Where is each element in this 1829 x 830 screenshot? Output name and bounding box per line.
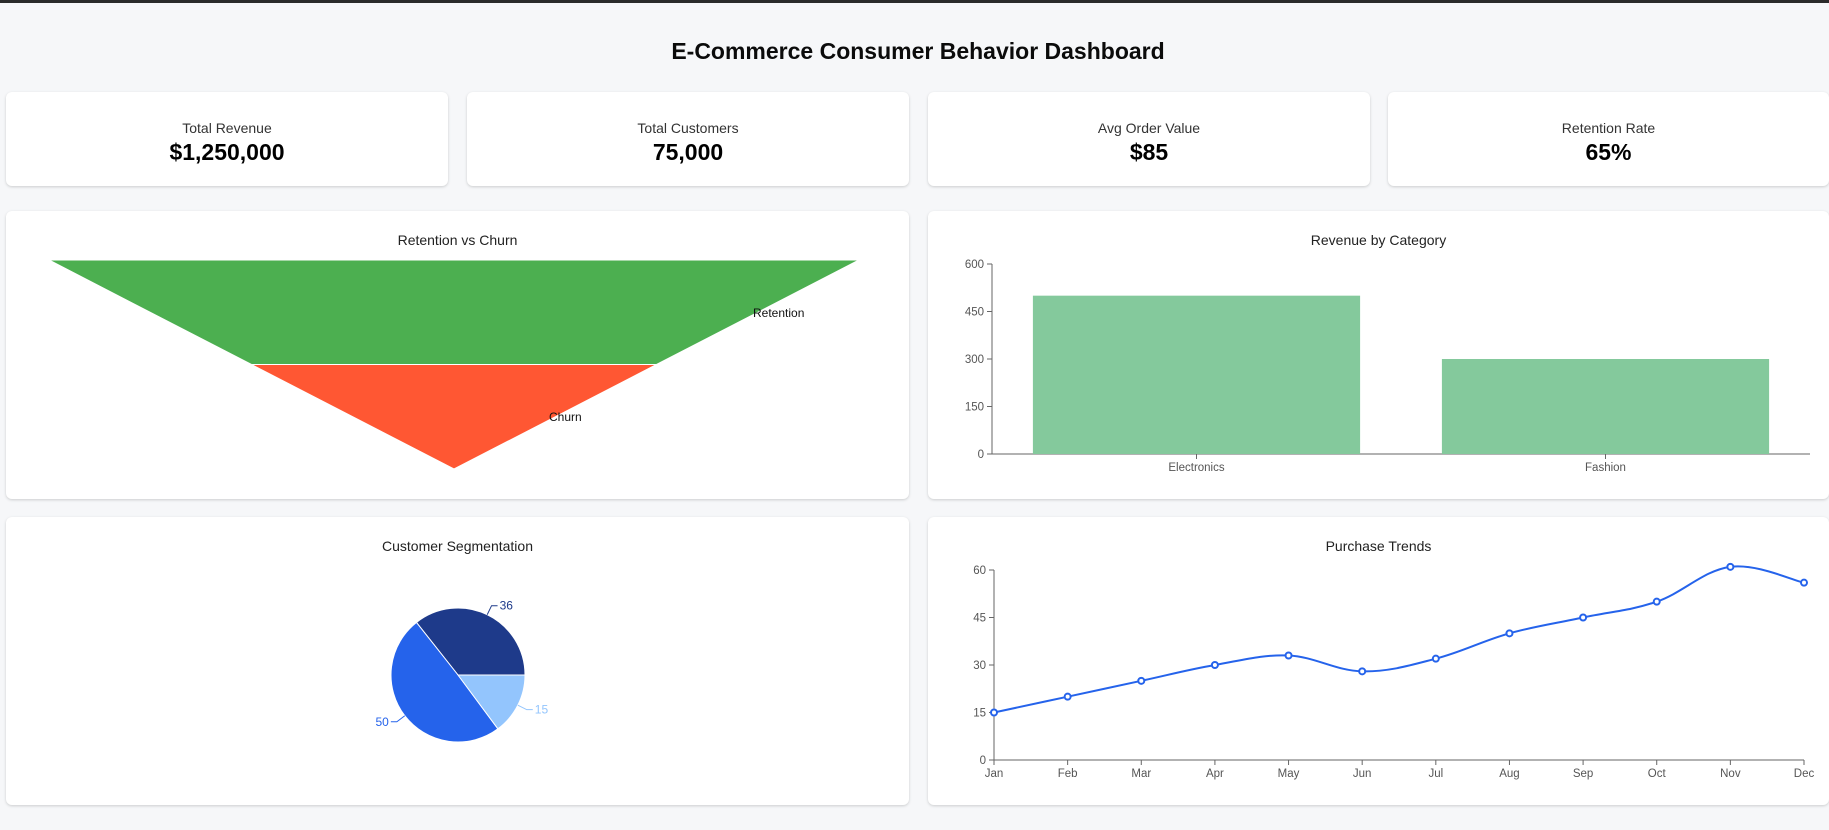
- line-point-jun: [1358, 667, 1367, 676]
- page-title: E-Commerce Consumer Behavior Dashboard: [671, 38, 1165, 64]
- line-point-sep: [1579, 613, 1588, 622]
- funnel-segment-retention: [48, 259, 860, 365]
- revenue-by-category-panel: Revenue by Category 0 150 300 450 600 Electro…: [928, 211, 1829, 499]
- bar-y-tick-label: 0: [978, 449, 984, 461]
- kpi-value: 65%: [1585, 139, 1632, 165]
- funnel-label-churn: Churn: [549, 410, 582, 424]
- line-x-tick-label: Aug: [1499, 768, 1519, 780]
- line-y-tick-label: 45: [973, 613, 986, 625]
- kpi-card-avg-order-value: Avg Order Value $85: [928, 92, 1370, 186]
- line-point-aug: [1505, 629, 1514, 638]
- line-y-tick-label: 60: [973, 565, 986, 577]
- line-point-apr: [1210, 661, 1219, 669]
- kpi-card-retention-rate: Retention Rate 65%: [1388, 92, 1829, 186]
- kpi-label: Total Customers: [637, 120, 739, 136]
- bar-y-tick-label: 300: [965, 354, 984, 366]
- line-point-feb: [1063, 692, 1072, 701]
- kpi-value: $85: [1129, 139, 1169, 165]
- line-x-tick-label: Sep: [1573, 768, 1593, 780]
- customer-segmentation-panel: Customer Segmentation 36 50 15: [6, 517, 909, 805]
- bar-x-tick-label: Electronics: [1168, 462, 1224, 474]
- line-point-jul: [1431, 654, 1440, 663]
- line-x-tick-label: May: [1278, 768, 1300, 780]
- kpi-card-total-customers: Total Customers 75,000: [467, 92, 909, 186]
- kpi-value: 75,000: [652, 139, 724, 165]
- pie-label-line: [517, 704, 533, 711]
- funnel-label-retention: Retention: [753, 306, 804, 320]
- funnel-segment-churn: [251, 364, 657, 470]
- bar-electronics: [1032, 295, 1361, 454]
- line-x-tick-label: Nov: [1720, 768, 1741, 780]
- line-series-purchases: [993, 565, 1805, 714]
- line-point-may: [1284, 651, 1293, 660]
- line-x-tick-label: Jul: [1428, 768, 1443, 780]
- line-point-oct: [1652, 597, 1661, 606]
- bar-y-tick-label: 600: [965, 259, 984, 271]
- line-x-tick-label: Feb: [1058, 768, 1078, 780]
- line-point-dec: [1800, 578, 1808, 587]
- pie-label-line: [390, 715, 406, 723]
- line-y-tick-label: 15: [973, 708, 986, 720]
- bar-chart: 0 150 300 450 600 Electronics Fashion: [965, 259, 1810, 474]
- purchase-trends-panel: Purchase Trends 0 15 30 45 60 Jan Feb Mar Apr May…: [928, 517, 1829, 805]
- bar-y-tick-label: 150: [965, 402, 984, 414]
- retention-churn-panel: Retention vs Churn Retention Churn: [6, 211, 909, 499]
- bar-x-tick-label: Fashion: [1585, 462, 1626, 474]
- line-x-tick-label: Jun: [1353, 768, 1372, 780]
- pie-slice-label: 15: [535, 703, 549, 717]
- line-chart: 0 15 30 45 60 Jan Feb Mar Apr May Jun Jul Aug Sep Oct N…: [973, 562, 1815, 780]
- pie-chart: 36 50 15: [375, 599, 549, 743]
- pie-slice-label: 36: [500, 599, 514, 613]
- line-x-tick-label: Mar: [1131, 768, 1151, 780]
- line-x-tick-label: Jan: [985, 768, 1004, 780]
- bar-fashion: [1441, 359, 1770, 454]
- line-point-jan: [990, 708, 998, 717]
- pie-label-line: [486, 605, 498, 615]
- bar-y-tick-label: 450: [965, 307, 984, 319]
- line-point-mar: [1137, 676, 1146, 685]
- line-x-tick-label: Dec: [1794, 768, 1815, 780]
- line-x-tick-label: Apr: [1206, 768, 1224, 780]
- line-point-nov: [1726, 562, 1735, 571]
- kpi-value: $1,250,000: [169, 139, 285, 165]
- kpi-card-total-revenue: Total Revenue $1,250,000: [6, 92, 448, 186]
- pie-slice-label: 50: [375, 715, 389, 729]
- kpi-label: Total Revenue: [182, 120, 272, 136]
- line-x-tick-label: Oct: [1648, 768, 1667, 780]
- line-y-tick-label: 0: [980, 755, 986, 767]
- kpi-label: Avg Order Value: [1097, 120, 1201, 136]
- line-y-tick-label: 30: [973, 660, 986, 672]
- kpi-label: Retention Rate: [1561, 120, 1656, 136]
- funnel-chart: Retention Churn: [48, 259, 860, 470]
- window-top-bar: [0, 0, 1829, 3]
